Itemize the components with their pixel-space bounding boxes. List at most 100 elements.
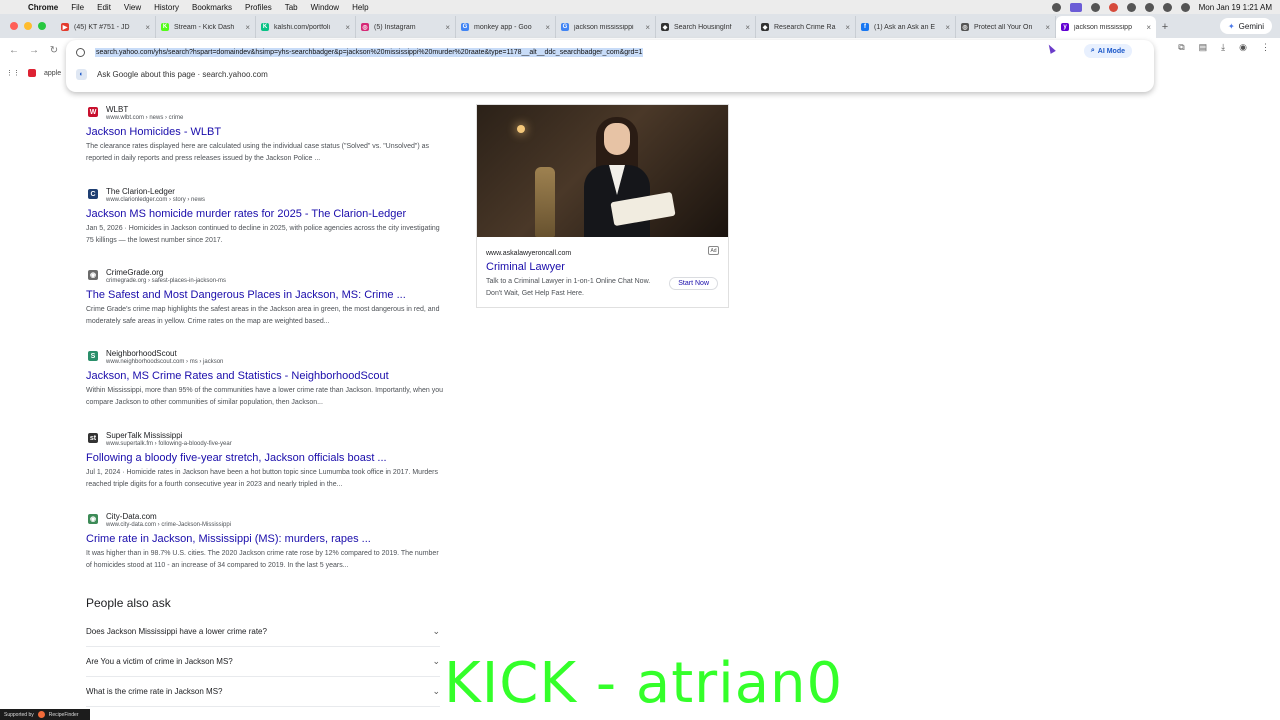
minimize-window-icon[interactable]: [24, 22, 32, 30]
start-now-button[interactable]: Start Now: [669, 277, 718, 290]
browser-tab[interactable]: ◆ Research Crime Ra ×: [756, 16, 856, 38]
back-icon[interactable]: ←: [4, 45, 24, 56]
chevron-down-icon[interactable]: ⌄: [432, 626, 440, 637]
result-url[interactable]: www.neighborhoodscout.com › ms › jackson: [106, 358, 223, 366]
browser-tab[interactable]: Kkalshi.com/portfoli ×: [256, 16, 356, 38]
result-url[interactable]: www.city-data.com › crime-Jackson-Missis…: [106, 521, 231, 529]
ad-image[interactable]: [477, 105, 728, 237]
chevron-down-icon[interactable]: ⌄: [432, 656, 440, 667]
status-icon[interactable]: [1051, 2, 1061, 12]
ad-title-link[interactable]: Criminal Lawyer: [486, 261, 565, 273]
result-url[interactable]: www.wlbt.com › news › crime: [106, 114, 183, 122]
ad-url[interactable]: www.askalawyeroncall.com: [486, 250, 571, 257]
result-url[interactable]: www.supertalk.fm › following-a-bloody-fi…: [106, 440, 232, 448]
close-tab-icon[interactable]: ×: [545, 23, 550, 32]
browser-tab[interactable]: f (1) Ask an Ask an E ×: [856, 16, 956, 38]
close-tab-icon[interactable]: ×: [345, 23, 350, 32]
browser-tab[interactable]: ◎ (5) Instagram ×: [356, 16, 456, 38]
site-info-icon[interactable]: [76, 47, 85, 57]
menu-window[interactable]: Window: [311, 3, 339, 12]
close-window-icon[interactable]: [10, 22, 18, 30]
sponsored-ad-card[interactable]: www.askalawyeroncall.com Ad Criminal Law…: [476, 104, 729, 308]
menu-icon[interactable]: ⋮: [1261, 42, 1270, 53]
side-panel-icon[interactable]: ▤: [1199, 42, 1208, 53]
close-tab-icon[interactable]: ×: [145, 23, 150, 32]
close-tab-icon[interactable]: ×: [845, 23, 850, 32]
menu-file[interactable]: File: [71, 3, 84, 12]
wifi-icon[interactable]: [1144, 2, 1154, 12]
close-tab-icon[interactable]: ×: [1146, 23, 1151, 32]
justice-statue: [535, 167, 555, 237]
clock: Mon Jan 19 1:21 AM: [1198, 2, 1272, 12]
close-tab-icon[interactable]: ×: [445, 23, 450, 32]
menu-profiles[interactable]: Profiles: [245, 3, 272, 12]
browser-tab[interactable]: Gjackson mississippi ×: [556, 16, 656, 38]
result-url[interactable]: crimegrade.org › safest-places-in-jackso…: [106, 277, 226, 285]
browser-tab[interactable]: ▶ (45) KT #751 - JD ×: [56, 16, 156, 38]
grid-icon[interactable]: [1090, 2, 1100, 12]
browser-tab[interactable]: K Stream - Kick Dash ×: [156, 16, 256, 38]
result-site-name: City-Data.com: [106, 512, 157, 521]
menu-edit[interactable]: Edit: [97, 3, 111, 12]
address-bar[interactable]: search.yahoo.com/yhs/search?hspart=domai…: [76, 44, 1076, 60]
gemini-label: Gemini: [1238, 21, 1264, 31]
result-item: ◉ CrimeGrade.org crimegrade.org › safest…: [86, 268, 446, 328]
result-title-link[interactable]: Jackson MS homicide murder rates for 202…: [86, 207, 446, 222]
chevron-down-icon[interactable]: ⌄: [432, 686, 440, 697]
paa-question[interactable]: Does Jackson Mississippi have a lower cr…: [86, 617, 440, 647]
result-url[interactable]: www.clarionledger.com › story › news: [106, 196, 205, 204]
reload-icon[interactable]: ↻: [44, 45, 64, 56]
menu-help[interactable]: Help: [352, 3, 368, 12]
result-title-link[interactable]: Jackson Homicides - WLBT: [86, 125, 446, 140]
new-tab-button[interactable]: +: [1156, 16, 1174, 38]
supported-by-text: Supported by: [4, 711, 34, 718]
control-center-icon[interactable]: [1180, 2, 1190, 12]
sponsor-name: RecipeFinder: [48, 711, 79, 718]
tab-favicon-icon: ◎: [961, 23, 969, 31]
menu-tab[interactable]: Tab: [285, 3, 298, 12]
browser-tab[interactable]: ◆ Search HousingInf ×: [656, 16, 756, 38]
menu-view[interactable]: View: [124, 3, 141, 12]
search-icon[interactable]: [1162, 2, 1172, 12]
result-title-link[interactable]: The Safest and Most Dangerous Places in …: [86, 288, 446, 303]
app-icon[interactable]: [1108, 2, 1118, 12]
result-snippet: Jul 1, 2024 · Homicide rates in Jackson …: [86, 469, 439, 488]
menu-bookmarks[interactable]: Bookmarks: [192, 3, 232, 12]
close-tab-icon[interactable]: ×: [745, 23, 750, 32]
close-tab-icon[interactable]: ×: [945, 23, 950, 32]
gemini-button[interactable]: ✦ Gemini: [1219, 18, 1272, 34]
ask-google-suggestion[interactable]: ◐ Ask Google about this page · search.ya…: [76, 66, 268, 82]
bookmark-item[interactable]: apple: [44, 70, 61, 77]
paa-question-text: Does Jackson Mississippi have a lower cr…: [86, 627, 267, 636]
ai-mode-label: AI Mode: [1097, 47, 1125, 55]
forward-icon[interactable]: →: [24, 45, 44, 56]
result-title-link[interactable]: Jackson, MS Crime Rates and Statistics -…: [86, 369, 446, 384]
close-tab-icon[interactable]: ×: [1045, 23, 1050, 32]
download-icon[interactable]: ⤓: [1221, 42, 1225, 53]
profile-icon[interactable]: ◉: [1239, 42, 1247, 53]
ask-google-text: Ask Google about this page · search.yaho…: [97, 69, 268, 79]
paa-question[interactable]: Are You a victim of crime in Jackson MS?…: [86, 647, 440, 677]
result-title-link[interactable]: Following a bloody five-year stretch, Ja…: [86, 451, 446, 466]
menu-history[interactable]: History: [154, 3, 179, 12]
close-tab-icon[interactable]: ×: [645, 23, 650, 32]
result-title-link[interactable]: Crime rate in Jackson, Mississippi (MS):…: [86, 532, 446, 547]
browser-tab[interactable]: Gmonkey app - Goo ×: [456, 16, 556, 38]
screen-record-icon[interactable]: [1069, 2, 1082, 12]
zoom-window-icon[interactable]: [38, 22, 46, 30]
paa-question[interactable]: What is the crime rate in Jackson MS? ⌄: [86, 677, 440, 707]
result-site-name: SuperTalk Mississippi: [106, 431, 183, 440]
ai-mode-button[interactable]: ⌕ AI Mode: [1083, 44, 1132, 58]
result-site-name: WLBT: [106, 105, 129, 114]
browser-tab[interactable]: y jackson mississipp ×: [1056, 16, 1156, 38]
recipefinder-icon: [37, 711, 45, 718]
apps-icon[interactable]: ⋮⋮: [6, 69, 20, 77]
url-text[interactable]: search.yahoo.com/yhs/search?hspart=domai…: [95, 47, 644, 57]
bluetooth-icon[interactable]: [1126, 2, 1136, 12]
result-item: C The Clarion-Ledger www.clarionledger.c…: [86, 187, 446, 247]
menu-chrome[interactable]: Chrome: [28, 3, 58, 12]
close-tab-icon[interactable]: ×: [245, 23, 250, 32]
tab-label: monkey app - Goo: [474, 23, 532, 31]
browser-tab[interactable]: ◎ Protect all Your On ×: [956, 16, 1056, 38]
extensions-icon[interactable]: ⧉: [1178, 42, 1184, 53]
